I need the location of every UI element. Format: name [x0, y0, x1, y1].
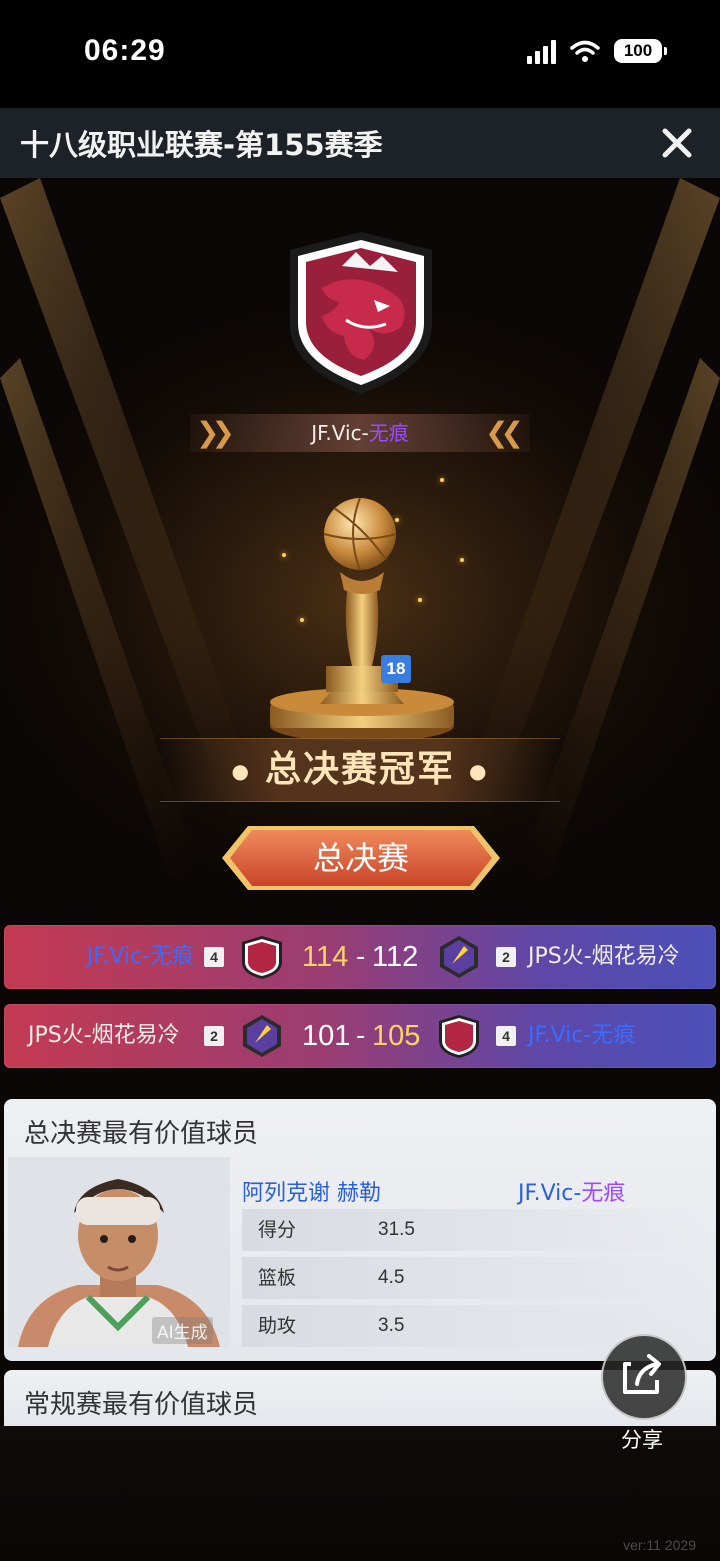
- champion-hero: ❯❯ JF.Vic-无痕 ❮❮ 18 ● 总决赛冠军 ● 总决赛: [0, 178, 720, 908]
- seed-badge: 2: [204, 1026, 224, 1046]
- seed-badge: 4: [496, 1026, 516, 1046]
- title-bar: 十八级职业联赛-第155赛季: [0, 108, 720, 178]
- chevron-left-icon: ❮❮: [485, 416, 524, 449]
- chevron-right-icon: ❯❯: [196, 416, 235, 449]
- champion-team-banner: ❯❯ JF.Vic-无痕 ❮❮: [190, 414, 530, 452]
- seed-badge: 2: [496, 947, 516, 967]
- wifi-icon: [570, 40, 600, 62]
- stat-label: 篮板: [258, 1267, 297, 1289]
- dragon-team-logo: [242, 936, 282, 979]
- match-left-score: 114: [302, 941, 349, 973]
- stat-value: 3.5: [378, 1315, 405, 1336]
- score-separator: -: [356, 942, 366, 972]
- stat-label: 助攻: [258, 1315, 297, 1337]
- match-row[interactable]: JPS火-烟花易冷 2 101 - 105 4 JF.Vic-无痕: [4, 1004, 716, 1068]
- finals-mvp-card: 总决赛最有价值球员 AI生成 阿列克谢 赫勒 JF.Vic-无痕 得分 31.5…: [4, 1099, 716, 1361]
- stat-value: 4.5: [378, 1267, 405, 1288]
- level-badge: 18: [381, 655, 411, 683]
- version-text: ver:11 2029: [623, 1537, 696, 1553]
- trophy-icon: [270, 497, 454, 742]
- share-button[interactable]: [601, 1334, 687, 1420]
- share-icon: [623, 1354, 661, 1394]
- tab-finals[interactable]: 总决赛: [222, 826, 500, 890]
- match-left-team: JF.Vic-无痕: [86, 944, 194, 969]
- match-right-team: JF.Vic-无痕: [528, 1023, 636, 1048]
- champion-team-suffix: 无痕: [368, 421, 409, 445]
- status-time: 06:29: [84, 34, 166, 67]
- match-right-score: 112: [372, 941, 419, 973]
- close-icon[interactable]: [660, 126, 694, 160]
- mvp-player-team: JF.Vic-无痕: [518, 1175, 625, 1207]
- mvp-team-prefix: JF.Vic-: [518, 1181, 582, 1206]
- stat-row: 得分 31.5: [242, 1209, 712, 1251]
- score-separator: -: [356, 1021, 366, 1051]
- dot-icon: ●: [231, 759, 251, 783]
- match-right-team: JPS火-烟花易冷: [528, 944, 680, 969]
- stat-row: 篮板 4.5: [242, 1257, 712, 1299]
- ai-generated-tag: AI生成: [152, 1317, 213, 1344]
- match-left-score: 101: [302, 1020, 351, 1052]
- battery-icon: 100: [614, 39, 667, 63]
- mvp-player-name[interactable]: 阿列克谢 赫勒: [242, 1175, 381, 1207]
- match-row[interactable]: JF.Vic-无痕 4 114 - 112 2 JPS火-烟花易冷: [4, 925, 716, 989]
- sparkle: [440, 478, 444, 482]
- match-right-score: 105: [372, 1020, 421, 1052]
- seed-badge: 4: [204, 947, 224, 967]
- dot-icon: ●: [469, 759, 489, 783]
- finals-tab-label: 总决赛: [312, 839, 409, 877]
- share-label: 分享: [621, 1428, 663, 1452]
- champion-title-banner: ● 总决赛冠军 ●: [160, 738, 560, 802]
- rocket-team-logo: [243, 1015, 281, 1057]
- mvp-team-suffix: 无痕: [581, 1181, 626, 1206]
- regular-mvp-title: 常规赛最有价值球员: [24, 1390, 259, 1420]
- dragon-team-logo: [439, 1015, 479, 1058]
- champion-title: 总决赛冠军: [264, 749, 455, 790]
- finals-mvp-title: 总决赛最有价值球员: [24, 1119, 259, 1149]
- rocket-team-logo: [440, 936, 478, 978]
- status-icons: 100: [527, 38, 667, 64]
- stat-value: 31.5: [378, 1219, 415, 1240]
- dragon-team-logo: [290, 232, 432, 394]
- stat-label: 得分: [258, 1219, 297, 1241]
- match-left-team: JPS火-烟花易冷: [28, 1023, 180, 1048]
- status-bar: 06:29 100: [0, 0, 720, 108]
- page-title: 十八级职业联赛-第155赛季: [20, 128, 383, 162]
- cellular-signal-icon: [527, 38, 556, 64]
- champion-team-prefix: JF.Vic-: [311, 421, 369, 445]
